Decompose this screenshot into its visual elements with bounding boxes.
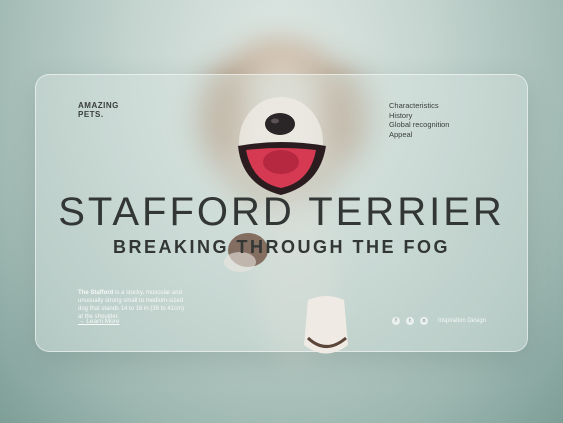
nav-item-global-recognition[interactable]: Global recognition	[389, 120, 449, 130]
logo-line-1: AMAZING	[78, 101, 119, 110]
main-nav: Characteristics History Global recogniti…	[389, 101, 449, 139]
nav-item-history[interactable]: History	[389, 111, 449, 121]
logo-line-2: PETS.	[78, 110, 104, 119]
description-text: The Stafford is a stocky, muscular and u…	[78, 289, 186, 321]
instagram-icon[interactable]: o	[420, 317, 428, 325]
social-links: f t o	[392, 317, 428, 325]
arrow-right-icon: →	[78, 318, 85, 325]
description-lead: The Stafford	[78, 290, 114, 296]
learn-more-label: Learn More	[86, 318, 120, 325]
learn-more-link[interactable]: → Learn More	[78, 318, 120, 325]
credit-text: Inspiration Design	[438, 318, 487, 324]
logo[interactable]: AMAZING PETS.	[78, 101, 119, 119]
nav-item-characteristics[interactable]: Characteristics	[389, 101, 449, 111]
hero-title: STAFFORD TERRIER	[58, 190, 505, 234]
nav-item-appeal[interactable]: Appeal	[389, 130, 449, 140]
twitter-icon[interactable]: t	[406, 317, 414, 325]
facebook-icon[interactable]: f	[392, 317, 400, 325]
hero-subtitle: BREAKING THROUGH THE FOG	[113, 237, 450, 257]
